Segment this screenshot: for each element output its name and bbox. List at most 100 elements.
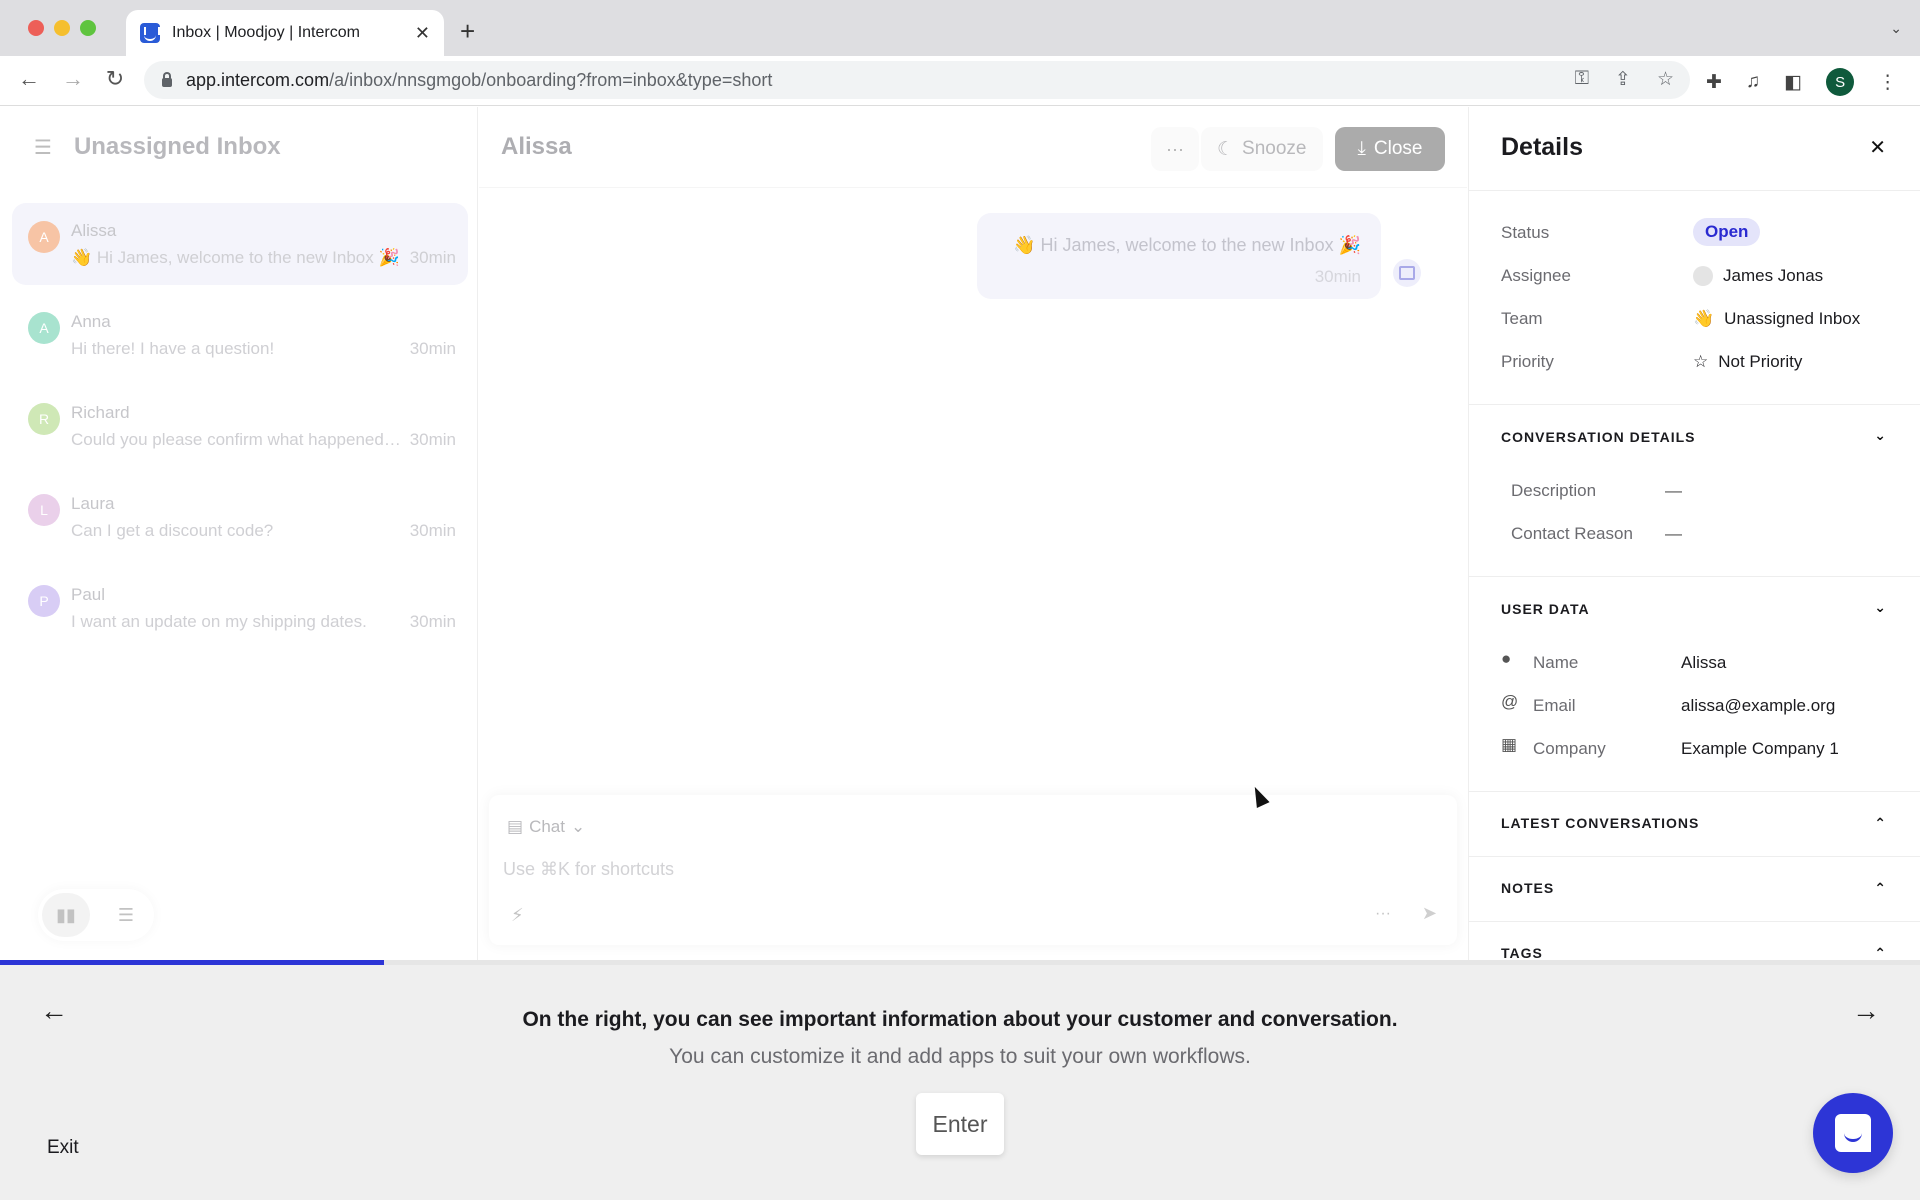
send-icon[interactable]: ➤ [1422, 903, 1437, 924]
chevron-down-icon[interactable]: ⌄ [1874, 427, 1886, 444]
split-view-icon[interactable]: ▮▮ [42, 893, 90, 937]
assignee-label: Assignee [1501, 266, 1571, 285]
divider [1469, 921, 1920, 922]
chevron-down-icon[interactable]: ⌄ [1874, 599, 1886, 616]
email-value[interactable]: alissa@example.org [1681, 696, 1835, 716]
details-panel: Details ✕ Status Open Assignee James Jon… [1468, 107, 1920, 962]
browser-tabstrip: Inbox | Moodjoy | Intercom ✕ + ⌄ [0, 0, 1920, 56]
conversation-preview: Can I get a discount code? [71, 521, 274, 540]
tab-search-chevron-icon[interactable]: ⌄ [1890, 20, 1902, 37]
header-divider [479, 187, 1467, 188]
message-bubble: 👋 Hi James, welcome to the new Inbox 🎉 3… [977, 213, 1381, 299]
conversation-title: Alissa [501, 133, 572, 160]
priority-label: Priority [1501, 352, 1554, 371]
extensions-icon[interactable]: ✚ [1706, 71, 1722, 94]
key-icon[interactable]: ⚿ [1575, 68, 1589, 91]
assignee-value[interactable]: James Jonas [1693, 266, 1823, 286]
notes-header[interactable]: NOTES [1501, 880, 1554, 896]
composer-more-icon[interactable]: ··· [1375, 905, 1391, 923]
conversation-list-item[interactable]: R Richard Could you please confirm what ha… [12, 385, 468, 467]
onboarding-title: On the right, you can see important info… [522, 1008, 1398, 1031]
conversation-time: 30min [409, 521, 456, 540]
kebab-menu-icon[interactable]: ⋮ [1878, 71, 1897, 94]
priority-value[interactable]: ☆ Not Priority [1693, 352, 1802, 372]
window-zoom-button[interactable] [80, 20, 96, 36]
snooze-button[interactable]: ☾ Snooze [1201, 127, 1323, 171]
name-value[interactable]: Alissa [1681, 653, 1726, 673]
media-icon[interactable]: ♫ [1746, 71, 1760, 93]
chevron-up-icon[interactable]: ⌃ [1874, 880, 1886, 897]
team-name: Unassigned Inbox [1724, 309, 1861, 328]
new-tab-button[interactable]: + [460, 16, 475, 47]
composer-type-label: Chat [529, 817, 565, 836]
bookmark-star-icon[interactable]: ☆ [1657, 68, 1674, 91]
conversation-list-item[interactable]: P Paul I want an update on my shipping dat… [12, 567, 468, 649]
close-conversation-button[interactable]: ⤓ Close [1335, 127, 1445, 171]
conversation-list-item[interactable]: L Laura Can I get a discount code? 30min [12, 476, 468, 558]
collapse-sidebar-icon[interactable]: ☰ [34, 135, 52, 160]
reply-input[interactable] [503, 859, 1403, 880]
team-value[interactable]: 👋 Unassigned Inbox [1693, 309, 1860, 329]
onboarding-bar: ← → On the right, you can see important … [0, 965, 1920, 1200]
description-label: Description [1511, 481, 1597, 500]
reload-icon[interactable]: ↻ [100, 66, 130, 92]
sidepanel-icon[interactable]: ◧ [1784, 71, 1802, 94]
more-options-button[interactable]: ··· [1151, 127, 1199, 171]
avatar: L [28, 494, 60, 526]
url-text[interactable]: app.intercom.com/a/inbox/nnsgmgob/onboar… [186, 70, 772, 91]
close-tray-icon: ⤓ [1357, 138, 1366, 159]
email-label: Email [1533, 696, 1576, 715]
details-title: Details [1501, 133, 1583, 161]
status-label: Status [1501, 223, 1550, 242]
messenger-icon [1835, 1114, 1871, 1152]
avatar: R [28, 403, 60, 435]
window-close-button[interactable] [28, 20, 44, 36]
bot-avatar-icon [1393, 259, 1421, 287]
contact-reason-label: Contact Reason [1511, 524, 1633, 543]
status-value[interactable]: Open [1693, 218, 1761, 246]
divider [1469, 576, 1920, 577]
share-icon[interactable]: ⇪ [1615, 68, 1631, 91]
snooze-label: Snooze [1242, 138, 1307, 159]
exit-onboarding-link[interactable]: Exit [47, 1137, 79, 1159]
conversation-list-item[interactable]: A Anna Hi there! I have a question! 30min [12, 294, 468, 376]
list-view-icon[interactable]: ☰ [102, 893, 150, 937]
back-icon[interactable]: ← [14, 66, 44, 92]
status-badge[interactable]: Open [1693, 218, 1761, 246]
window-minimize-button[interactable] [54, 20, 70, 36]
message-time: 30min [1314, 267, 1361, 286]
conversation-details-header[interactable]: CONVERSATION DETAILS [1501, 429, 1696, 445]
macro-lightning-icon[interactable]: ⚡ [511, 905, 524, 926]
intercom-favicon-icon [140, 23, 160, 43]
intercom-messenger-launcher[interactable] [1813, 1093, 1893, 1173]
address-bar[interactable]: app.intercom.com/a/inbox/nnsgmgob/onboar… [144, 61, 1690, 99]
divider [1469, 190, 1920, 191]
tab-close-icon[interactable]: ✕ [415, 23, 430, 44]
enter-button[interactable]: Enter [916, 1093, 1004, 1155]
conversation-list-item[interactable]: A Alissa 👋 Hi James, welcome to the new In… [12, 203, 468, 285]
conversation-preview: I want an update on my shipping dates. [71, 612, 367, 631]
user-data-header[interactable]: USER DATA [1501, 601, 1590, 617]
at-icon: @ [1501, 692, 1519, 711]
forward-icon[interactable]: → [58, 66, 88, 92]
divider [1469, 856, 1920, 857]
inbox-list-panel: ☰ Unassigned Inbox A Alissa 👋 Hi James, we… [0, 107, 478, 962]
conversation-time: 30min [409, 430, 456, 449]
composer-type-dropdown[interactable]: ▤ Chat ⌄ [507, 817, 585, 837]
latest-conversations-header[interactable]: LATEST CONVERSATIONS [1501, 815, 1699, 831]
building-icon: ▦ [1501, 735, 1518, 754]
close-details-icon[interactable]: ✕ [1869, 135, 1886, 160]
conversation-preview: Hi there! I have a question! [71, 339, 275, 358]
tags-header[interactable]: TAGS [1501, 945, 1543, 961]
name-label: Name [1533, 653, 1579, 672]
browser-toolbar: ← → ↻ app.intercom.com/a/inbox/nnsgmgob/… [0, 56, 1920, 106]
contact-reason-value[interactable]: — [1665, 524, 1682, 544]
chevron-up-icon[interactable]: ⌃ [1874, 815, 1886, 832]
divider [1469, 791, 1920, 792]
company-value[interactable]: Example Company 1 [1681, 739, 1839, 759]
profile-avatar[interactable]: S [1826, 68, 1855, 96]
description-value[interactable]: — [1665, 481, 1682, 501]
browser-tab-active[interactable]: Inbox | Moodjoy | Intercom ✕ [126, 10, 444, 56]
conversation-preview: 👋 Hi James, welcome to the new Inbox 🎉 [71, 248, 400, 267]
conversation-name: Laura [71, 494, 115, 513]
